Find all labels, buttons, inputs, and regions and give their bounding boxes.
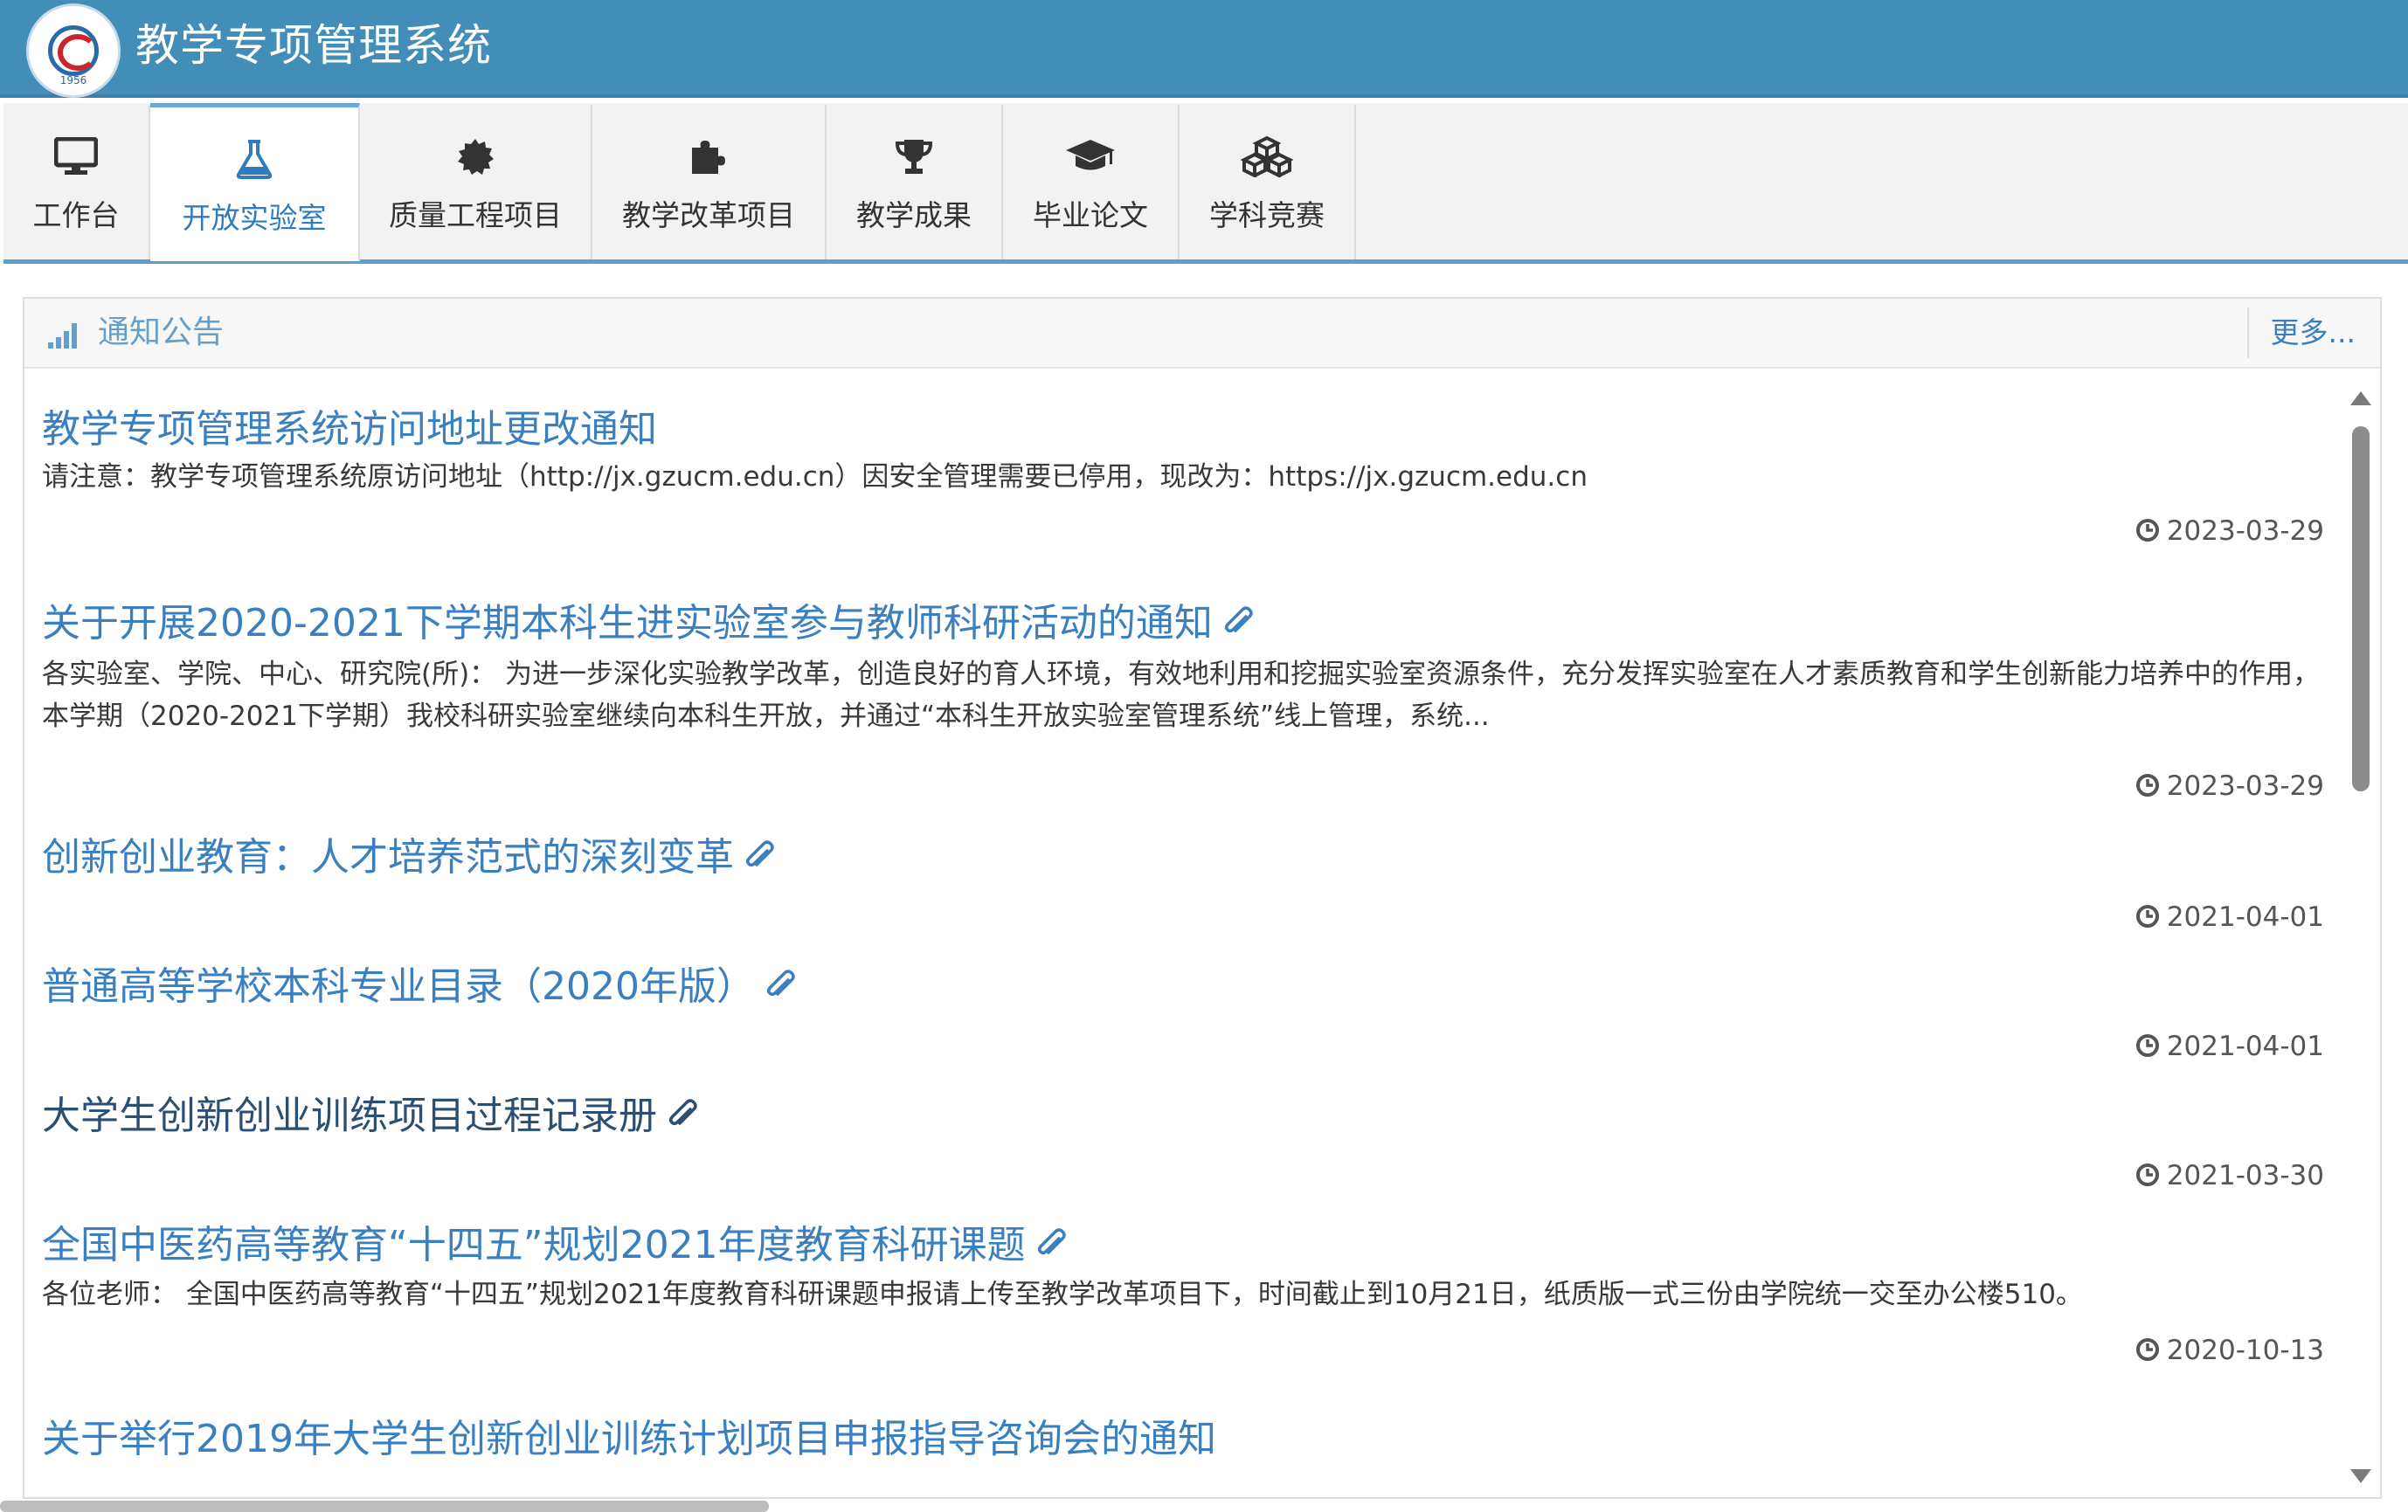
notice-summary: 各位老师： 全国中医药高等教育“十四五”规划2021年度教育科研课题申报请上传至…	[42, 1279, 2083, 1310]
app-header: 1956 教学专项管理系统	[0, 0, 2408, 98]
tab-workbench[interactable]: 工作台	[3, 105, 150, 259]
puzzle-icon	[592, 135, 825, 178]
scrollbar-thumb[interactable]	[2352, 426, 2370, 791]
divider	[2247, 307, 2249, 358]
module-tabs: 工作台 开放实验室 质量工程项目 教学改革项目 教学成果 毕业论文 学科竞赛	[3, 103, 2408, 264]
paperclip-icon	[766, 970, 795, 997]
tab-teaching-achievements[interactable]: 教学成果	[827, 105, 1003, 259]
clock-icon	[2135, 1338, 2159, 1361]
notice-date: 2021-03-30	[2135, 1158, 2324, 1193]
list-item: 全国中医药高等教育“十四五”规划2021年度教育科研课题 各位老师： 全国中医药…	[24, 1219, 2331, 1403]
panel-title: 通知公告	[98, 314, 225, 350]
trophy-icon	[827, 135, 1001, 178]
monitor-icon	[3, 135, 149, 178]
notice-date: 2021-04-01	[2135, 900, 2324, 935]
notice-panel: 通知公告 更多... 教学专项管理系统访问地址更改通知 请注意：教学专项管理系统…	[23, 297, 2382, 1499]
notice-date: 2021-04-01	[2135, 1029, 2324, 1064]
scroll-up-arrow-icon[interactable]	[2350, 391, 2371, 405]
notice-title-link[interactable]: 教学专项管理系统访问地址更改通知	[42, 404, 657, 456]
list-item: 关于开展2020-2021下学期本科生进实验室参与教师科研活动的通知 各实验室、…	[24, 597, 2331, 833]
graduation-cap-icon	[1003, 135, 1178, 178]
notice-title-link[interactable]: 全国中医药高等教育“十四五”规划2021年度教育科研课题	[42, 1219, 1069, 1272]
list-item: 创新创业教育：人才培养范式的深刻变革 2021-04-01	[24, 832, 2331, 963]
tab-subject-competition[interactable]: 学科竞赛	[1180, 105, 1356, 259]
tab-teaching-reform[interactable]: 教学改革项目	[592, 105, 827, 259]
paperclip-icon	[745, 840, 774, 867]
notice-date: 2020-10-13	[2135, 1333, 2324, 1368]
clock-icon	[2135, 1163, 2159, 1186]
clock-icon	[2135, 519, 2159, 542]
paperclip-icon	[668, 1099, 697, 1126]
list-item: 大学生创新创业训练项目过程记录册 2021-03-30	[24, 1090, 2331, 1221]
paperclip-icon	[1224, 606, 1253, 633]
notice-title-link[interactable]: 关于开展2020-2021下学期本科生进实验室参与教师科研活动的通知	[42, 597, 1256, 650]
list-item: 关于举行2019年大学生创新创业训练计划项目申报指导咨询会的通知	[24, 1413, 2331, 1483]
scroll-down-arrow-icon[interactable]	[2350, 1469, 2371, 1483]
notice-title-link[interactable]: 普通高等学校本科专业目录（2020年版）	[42, 961, 799, 1013]
tab-graduation-thesis[interactable]: 毕业论文	[1003, 105, 1180, 259]
notice-list: 教学专项管理系统访问地址更改通知 请注意：教学专项管理系统原访问地址（http:…	[24, 369, 2331, 1499]
paperclip-icon	[1037, 1228, 1066, 1255]
cubes-icon	[1180, 135, 1354, 178]
clock-icon	[2135, 905, 2159, 928]
gear-badge-icon	[360, 135, 591, 178]
tab-quality-engineering[interactable]: 质量工程项目	[360, 105, 592, 259]
clock-icon	[2135, 774, 2159, 797]
university-logo: 1956	[26, 3, 121, 98]
notice-date: 2023-03-29	[2135, 769, 2324, 804]
vertical-scrollbar[interactable]	[2347, 391, 2375, 1483]
list-item: 教学专项管理系统访问地址更改通知 请注意：教学专项管理系统原访问地址（http:…	[24, 404, 2331, 587]
tab-open-lab[interactable]: 开放实验室	[150, 103, 360, 261]
notice-title-link[interactable]: 创新创业教育：人才培养范式的深刻变革	[42, 832, 778, 884]
notice-date: 2023-03-29	[2135, 514, 2324, 549]
app-title: 教学专项管理系统	[135, 20, 492, 71]
panel-header: 通知公告 更多...	[24, 299, 2380, 369]
flask-icon	[150, 137, 358, 181]
notice-title-link[interactable]: 大学生创新创业训练项目过程记录册	[42, 1090, 701, 1143]
more-link[interactable]: 更多...	[2271, 313, 2356, 353]
clock-icon	[2135, 1034, 2159, 1057]
horizontal-scrollbar[interactable]	[0, 1501, 769, 1512]
notice-summary: 请注意：教学专项管理系统原访问地址（http://jx.gzucm.edu.cn…	[42, 461, 1588, 493]
signal-icon	[48, 323, 77, 349]
notice-summary: 各实验室、学院、中心、研究院(所)： 为进一步深化实验教学改革，创造良好的育人环…	[42, 659, 2321, 732]
list-item: 普通高等学校本科专业目录（2020年版） 2021-04-01	[24, 961, 2331, 1092]
notice-title-link[interactable]: 关于举行2019年大学生创新创业训练计划项目申报指导咨询会的通知	[42, 1413, 1216, 1466]
